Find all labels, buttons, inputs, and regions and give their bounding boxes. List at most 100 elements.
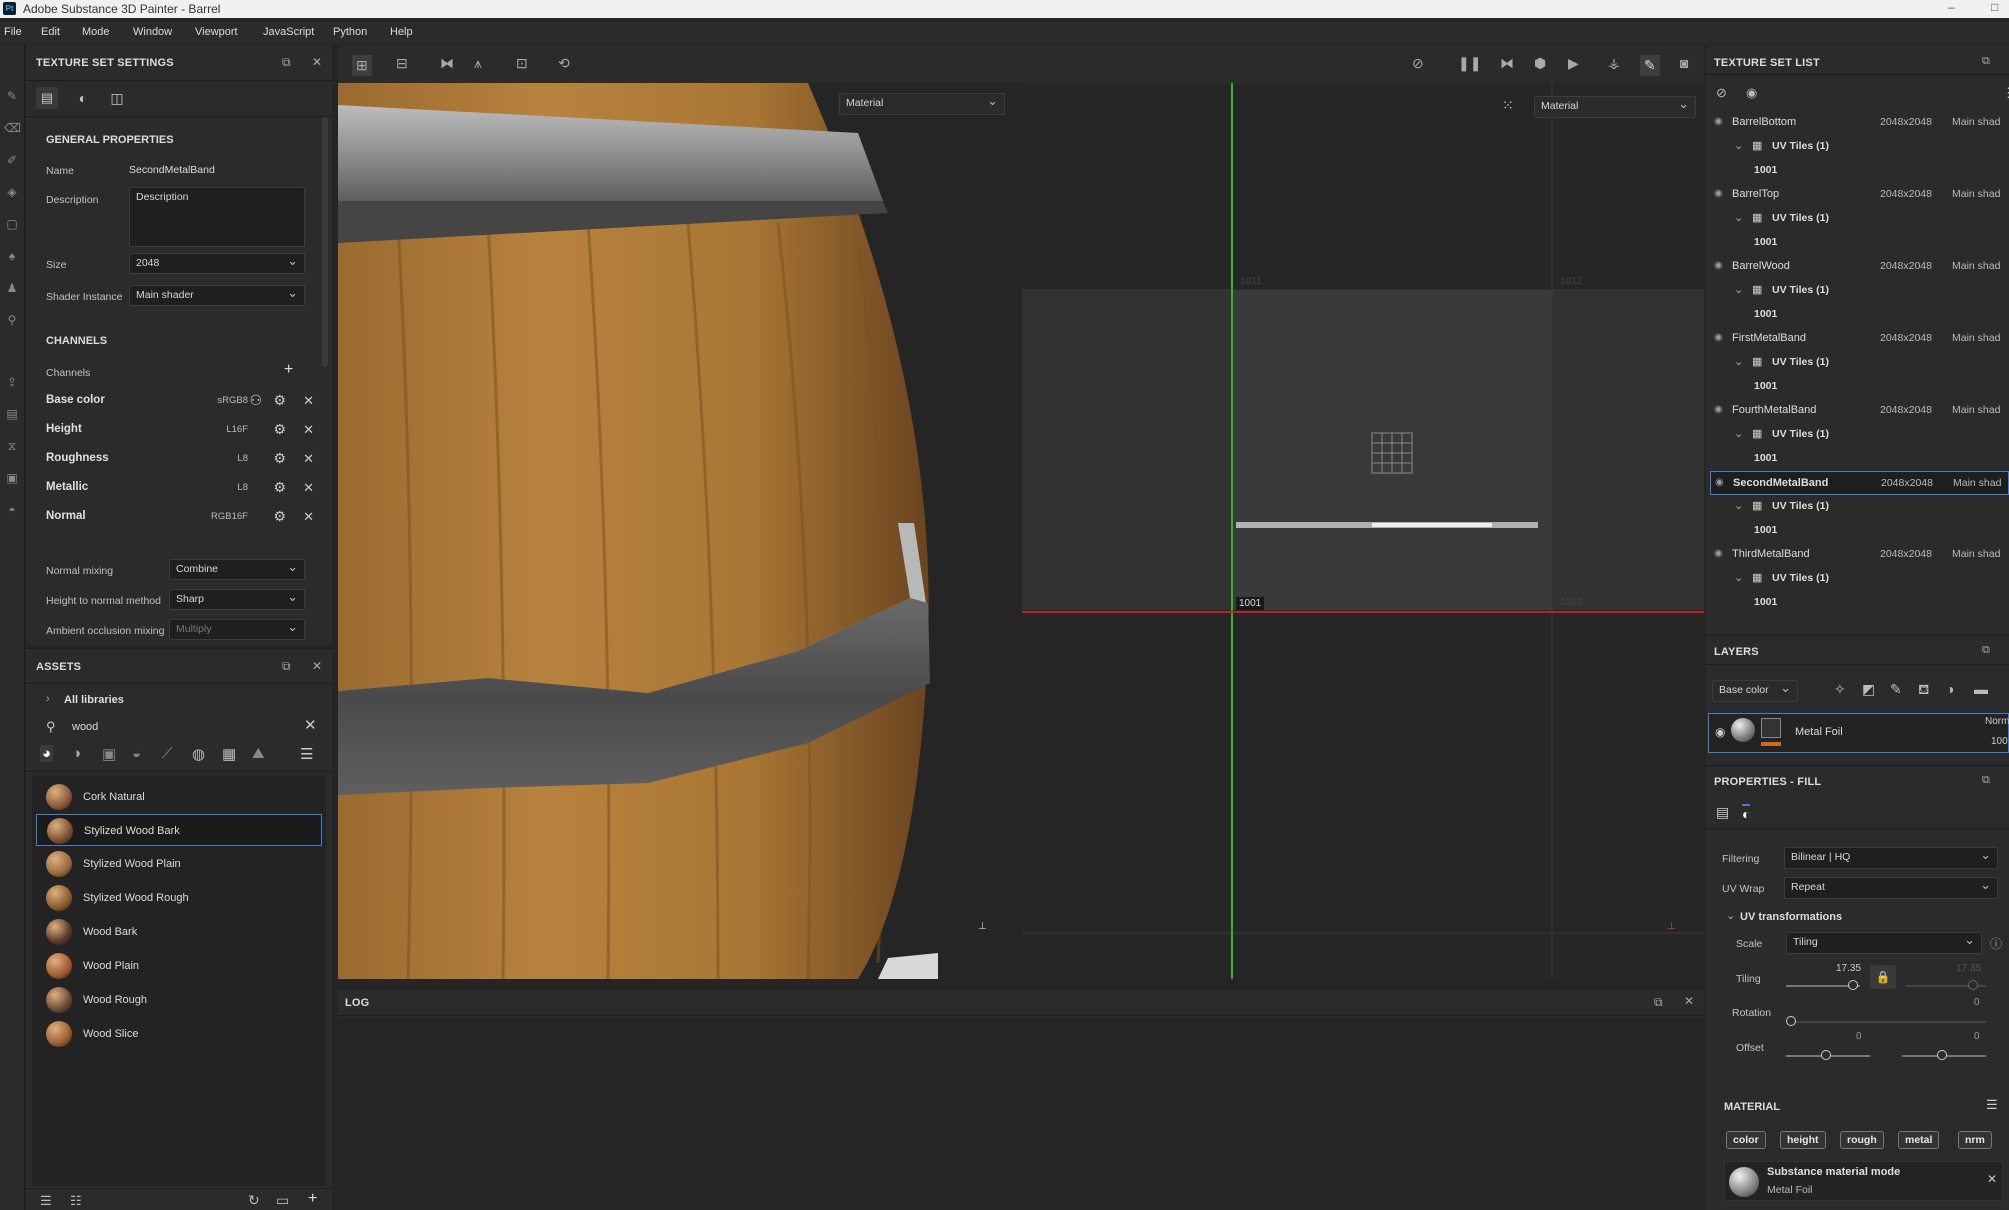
- material-chip-color[interactable]: color: [1726, 1131, 1766, 1149]
- environments-filter-icon[interactable]: ⛰: [252, 745, 265, 762]
- chevron-right-icon[interactable]: ›: [46, 693, 50, 705]
- menu-edit[interactable]: Edit: [41, 26, 60, 38]
- menu-python[interactable]: Python: [333, 26, 367, 38]
- camera-icon[interactable]: ▶: [1568, 55, 1579, 72]
- ao-mixing-select[interactable]: Multiply: [169, 619, 305, 640]
- channel-view-select[interactable]: Material: [839, 93, 1005, 115]
- chevron-down-icon[interactable]: ⌄: [1734, 499, 1743, 512]
- remove-channel-icon[interactable]: ✕: [303, 393, 314, 409]
- material-chip-height[interactable]: height: [1780, 1131, 1826, 1149]
- maximize-button[interactable]: □: [1991, 0, 1998, 14]
- visibility-icon[interactable]: ◉: [1746, 85, 1757, 101]
- uv-tile-row[interactable]: 1001: [1710, 159, 2009, 183]
- layer-opacity[interactable]: 100: [1991, 736, 2008, 747]
- display-3d-icon[interactable]: ⬢: [1534, 55, 1546, 72]
- asset-item[interactable]: Wood Rough: [36, 984, 322, 1016]
- uv-tiles-row[interactable]: ⌄ ▦ UV Tiles (1): [1710, 207, 2009, 231]
- single-view-icon[interactable]: ⊞: [352, 55, 372, 76]
- uv-tiles-row[interactable]: ⌄ ▦ UV Tiles (1): [1710, 135, 2009, 159]
- list-view-icon[interactable]: ☰: [300, 745, 313, 763]
- material-menu-icon[interactable]: ☰: [1986, 1097, 1998, 1113]
- rotation-slider-track[interactable]: [1786, 1021, 1986, 1023]
- add-channel-icon[interactable]: +: [284, 361, 293, 379]
- remove-material-icon[interactable]: ✕: [1987, 1172, 1997, 1186]
- float-icon[interactable]: ⧉: [282, 55, 291, 70]
- paint-mode-icon[interactable]: ✎: [1640, 55, 1660, 76]
- procedurals-filter-icon[interactable]: ◍: [192, 745, 205, 763]
- texture-set-row[interactable]: ◉ BarrelTop 2048x2048 Main shad: [1710, 183, 2009, 207]
- mesh-tab-icon[interactable]: ◫: [106, 87, 128, 109]
- asset-item[interactable]: Wood Plain: [36, 950, 322, 982]
- asset-item[interactable]: Wood Slice: [36, 1018, 322, 1050]
- texture-set-row[interactable]: ◉ ThirdMetalBand 2048x2048 Main shad: [1710, 543, 2009, 567]
- viewport-3d[interactable]: Material ⊥: [338, 83, 1021, 979]
- geometry-icon[interactable]: ◈: [4, 185, 20, 199]
- asset-item[interactable]: Cork Natural: [36, 781, 322, 813]
- asset-item[interactable]: Stylized Wood Bark: [36, 814, 322, 846]
- grid-view-icon[interactable]: ⊟: [396, 55, 408, 72]
- add-paint-layer-icon[interactable]: ✎: [1890, 681, 1902, 698]
- polygon-fill-icon[interactable]: ▢: [4, 217, 20, 231]
- settings-icon[interactable]: ⚙: [273, 479, 286, 496]
- mirror-x-icon[interactable]: ⧓: [440, 55, 454, 72]
- offset-x-slider-knob[interactable]: [1821, 1050, 1831, 1060]
- channel-format[interactable]: L16F: [226, 424, 248, 435]
- uv-tiles-row[interactable]: ⌄ ▦ UV Tiles (1): [1710, 423, 2009, 447]
- layer-channel-select[interactable]: Base color: [1712, 680, 1798, 702]
- settings-icon[interactable]: ⚙: [273, 421, 286, 438]
- uv-tile-row[interactable]: 1001: [1710, 591, 2009, 615]
- document-icon[interactable]: ▣: [4, 471, 20, 485]
- minimize-button[interactable]: –: [1948, 0, 1955, 14]
- material-chip-nrm[interactable]: nrm: [1958, 1131, 1992, 1149]
- screenshot-icon[interactable]: ◙: [1680, 55, 1688, 71]
- folder-icon[interactable]: ▬: [1974, 681, 1988, 697]
- shelf-icon[interactable]: ▤: [4, 407, 20, 421]
- material-chip-metal[interactable]: metal: [1898, 1131, 1940, 1149]
- brushes-filter-icon[interactable]: ⟋: [162, 745, 173, 762]
- uv-view-select[interactable]: Material: [1534, 96, 1696, 118]
- chevron-down-icon[interactable]: ⌄: [1734, 571, 1743, 584]
- smudge-icon[interactable]: ♠: [4, 249, 20, 263]
- blend-mode[interactable]: Norm: [1985, 716, 2009, 727]
- effects-icon[interactable]: ✧: [1834, 681, 1846, 698]
- paint-brush-icon[interactable]: ✎: [4, 89, 20, 103]
- materials-filter-icon[interactable]: ◕: [40, 745, 54, 762]
- float-icon[interactable]: ⧉: [1654, 995, 1663, 1010]
- float-icon[interactable]: ⧉: [282, 659, 291, 674]
- texture-set-row[interactable]: ◉ FourthMetalBand 2048x2048 Main shad: [1710, 399, 2009, 423]
- uv-tiles-row[interactable]: ⌄ ▦ UV Tiles (1): [1710, 279, 2009, 303]
- tiling-slider-knob[interactable]: [1848, 980, 1858, 990]
- offset-y-slider-knob[interactable]: [1937, 1050, 1947, 1060]
- menu-help[interactable]: Help: [390, 26, 413, 38]
- texture-set-row[interactable]: ◉ BarrelBottom 2048x2048 Main shad: [1710, 111, 2009, 135]
- uv-tile-row[interactable]: 1001: [1710, 447, 2009, 471]
- all-libraries-link[interactable]: All libraries: [64, 694, 124, 706]
- layer-row[interactable]: ◉ Metal Foil Norm 100: [1708, 713, 2009, 753]
- settings-icon[interactable]: ⚙: [273, 392, 286, 409]
- texture-set-row[interactable]: ◉ BarrelWood 2048x2048 Main shad: [1710, 255, 2009, 279]
- uv-tile-row[interactable]: 1001: [1710, 375, 2009, 399]
- display-icon[interactable]: ◓: [4, 503, 20, 517]
- description-field[interactable]: Description: [129, 187, 305, 247]
- fill-settings-tab-icon[interactable]: ▤: [1716, 804, 1729, 821]
- mask-icon[interactable]: ◩: [1862, 681, 1875, 698]
- remove-channel-icon[interactable]: ✕: [303, 509, 314, 525]
- float-icon[interactable]: ⧉: [1982, 644, 1990, 657]
- eye-icon[interactable]: ◉: [1714, 116, 1723, 127]
- menu-mode[interactable]: Mode: [82, 26, 110, 38]
- normal-mixing-select[interactable]: Combine: [169, 559, 305, 580]
- color-profile-icon[interactable]: ⚇: [249, 392, 262, 409]
- chevron-down-icon[interactable]: ⌄: [1734, 427, 1743, 440]
- uv-tiles-row[interactable]: ⌄ ▦ UV Tiles (1): [1710, 351, 2009, 375]
- settings-icon[interactable]: ⚙: [273, 508, 286, 525]
- chevron-down-icon[interactable]: ⌄: [1726, 909, 1735, 922]
- chevron-down-icon[interactable]: ⌄: [1734, 139, 1743, 152]
- settings-tab-icon[interactable]: ▤: [36, 87, 58, 109]
- float-icon[interactable]: ⧉: [1982, 774, 1990, 787]
- more-icon[interactable]: ⋮: [2002, 85, 2009, 101]
- close-icon[interactable]: ✕: [312, 659, 322, 673]
- asset-item[interactable]: Wood Bark: [36, 916, 322, 948]
- remove-channel-icon[interactable]: ✕: [303, 451, 314, 467]
- mirror-y-icon[interactable]: ⩚: [474, 55, 482, 72]
- clear-search-icon[interactable]: ✕: [304, 716, 317, 734]
